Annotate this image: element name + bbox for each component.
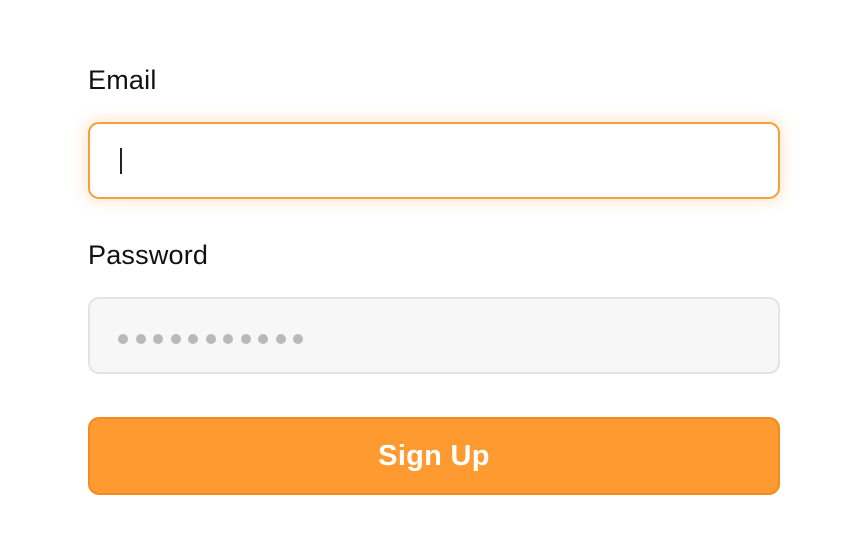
password-mask — [118, 334, 303, 344]
password-mask-dot — [205, 334, 216, 344]
signup-form: Email Password Sign Up — [88, 62, 780, 495]
email-label: Email — [88, 65, 157, 95]
password-mask-dot — [240, 334, 251, 344]
email-field[interactable] — [90, 124, 778, 197]
password-mask-dot — [258, 334, 268, 344]
password-mask-dot — [118, 334, 128, 344]
password-field[interactable] — [88, 297, 780, 374]
text-cursor — [120, 148, 122, 174]
password-mask-dot — [153, 334, 163, 344]
password-mask-dot — [170, 334, 181, 344]
password-label: Password — [88, 240, 209, 270]
password-mask-dot — [293, 334, 303, 344]
password-mask-dot — [275, 334, 286, 344]
password-mask-dot — [135, 334, 146, 344]
password-mask-dot — [223, 334, 233, 344]
password-mask-dot — [188, 334, 198, 344]
sign-up-button[interactable]: Sign Up — [88, 417, 780, 495]
email-field-container[interactable] — [88, 122, 780, 199]
